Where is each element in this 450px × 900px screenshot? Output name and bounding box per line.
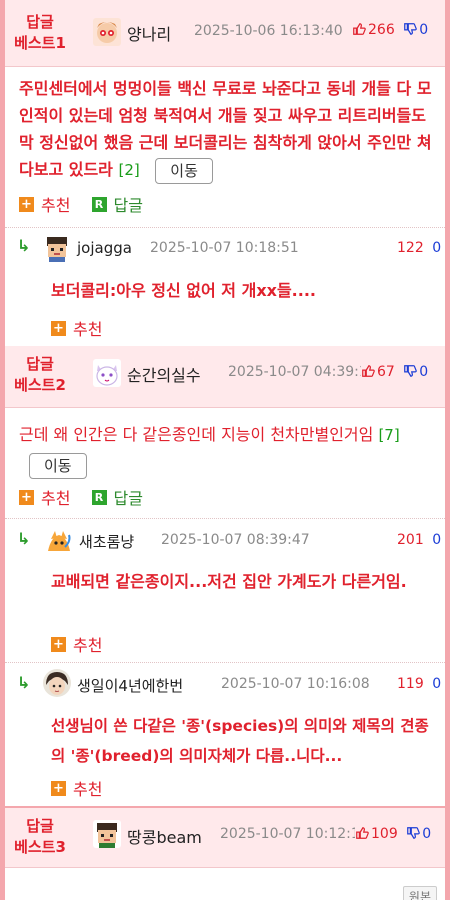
- comment-actions: + 추천 R 답글: [19, 192, 159, 216]
- downvote-count: 0: [419, 364, 429, 380]
- plus-icon: +: [51, 780, 66, 796]
- best-comment-body-3: 원본: [5, 868, 445, 900]
- thumbs-down-icon: [404, 23, 417, 35]
- move-button[interactable]: 이동: [155, 157, 213, 184]
- plus-icon: +: [19, 489, 34, 505]
- comment-nickname[interactable]: 땅콩beam: [127, 824, 202, 848]
- comment-date: 2025-10-07 10:12:11: [220, 826, 369, 842]
- upvote-button[interactable]: 109: [355, 826, 402, 842]
- comment-nickname[interactable]: 순간의실수: [127, 362, 201, 386]
- reply-downvote-count[interactable]: 0: [432, 240, 441, 256]
- reply-upvote-count[interactable]: 201: [397, 532, 424, 548]
- thumbs-up-icon: [353, 23, 366, 35]
- reply-item: ↳ 생일이4년에한번 2025-10-07 10:16:08 119 0 선생님…: [5, 662, 445, 806]
- recommend-button[interactable]: + 추천: [51, 776, 102, 800]
- thumbs-down-icon: [404, 365, 418, 377]
- reply-nickname[interactable]: 생일이4년에한번: [77, 675, 183, 696]
- thumbs-up-icon: [362, 365, 375, 377]
- reply-count: [2]: [118, 161, 140, 179]
- comment-date: 2025-10-06 16:13:40: [194, 23, 343, 39]
- avatar[interactable]: [45, 527, 73, 555]
- recommend-button[interactable]: + 추천: [19, 192, 70, 216]
- recommend-button[interactable]: + 추천: [19, 485, 70, 509]
- upvote-count: 266: [368, 22, 395, 38]
- reply-count: [7]: [378, 426, 400, 444]
- reply-text: 선생님이 쓴 다같은 '종'(species)의 의미와 제목의 견종의 '종'…: [51, 717, 429, 765]
- reply-arrow-icon: ↳: [17, 673, 31, 692]
- best-comment-body-1: 주민센터에서 멍멍이들 백신 무료로 놔준다고 동네 개들 다 모인적이 있는데…: [5, 67, 445, 227]
- reply-button[interactable]: R 답글: [91, 485, 143, 509]
- comment-text: 주민센터에서 멍멍이들 백신 무료로 놔준다고 동네 개들 다 모인적이 있는데…: [19, 75, 439, 184]
- avatar[interactable]: [43, 234, 71, 262]
- best-comment-header-3: 답글 베스트3 땅콩beam 2025-10-07 10:12:11 109 0: [5, 806, 445, 868]
- reply-arrow-icon: ↳: [17, 529, 31, 548]
- reply-arrow-icon: ↳: [17, 236, 31, 255]
- reply-item: ↳ 새초롬냥 2025-10-07 08:39:47 201 0 교배되면 같은…: [5, 518, 445, 662]
- recommend-button[interactable]: + 추천: [51, 632, 102, 656]
- best-rank-badge: 답글 베스트1: [14, 13, 66, 52]
- reply-icon: R: [91, 489, 107, 505]
- vote-box: 67 0: [361, 364, 429, 380]
- plus-icon: +: [19, 196, 34, 212]
- upvote-button[interactable]: 266: [352, 22, 399, 38]
- upvote-button[interactable]: 67: [361, 364, 399, 380]
- best-comment-header-1: 답글 베스트1 양나리 2025-10-06 16:13:40 266 0: [5, 0, 445, 67]
- upvote-count: 109: [371, 826, 398, 842]
- reply-item: ↳ jojagga 2025-10-07 10:18:51 122 0 보더콜리…: [5, 227, 445, 346]
- plus-icon: +: [51, 636, 66, 652]
- avatar[interactable]: [93, 359, 121, 387]
- reply-actions: + 추천: [51, 632, 118, 656]
- reply-date: 2025-10-07 08:39:47: [161, 532, 310, 548]
- best-comment-header-2: 답글 베스트2 순간의실수 2025-10-07 04:39:13 67 0: [5, 346, 445, 408]
- reply-upvote-count[interactable]: 119: [397, 676, 424, 692]
- thumbs-up-icon: [356, 827, 369, 839]
- thumbs-down-icon: [407, 827, 420, 839]
- reply-icon: R: [91, 196, 107, 212]
- reply-text: 교배되면 같은종이지...저건 집안 가계도가 다른거임.: [51, 572, 407, 591]
- reply-upvote-count[interactable]: 122: [397, 240, 424, 256]
- avatar[interactable]: [93, 18, 121, 46]
- best-rank-badge: 답글 베스트2: [14, 355, 66, 394]
- best-comment-body-2: 근데 왜 인간은 다 같은종인데 지능이 천차만별인거임 [7] 이동 + 추천 …: [5, 408, 445, 518]
- avatar[interactable]: [43, 669, 71, 697]
- reply-vote-box: 119 0: [397, 676, 441, 692]
- reply-nickname[interactable]: jojagga: [77, 239, 132, 257]
- reply-actions: + 추천: [51, 776, 118, 800]
- plus-icon: +: [51, 320, 66, 336]
- comment-nickname[interactable]: 양나리: [127, 21, 171, 45]
- comment-date: 2025-10-07 04:39:13: [228, 364, 377, 380]
- comment-frame: 답글 베스트1 양나리 2025-10-06 16:13:40 266 0 주민센…: [5, 0, 445, 900]
- downvote-button[interactable]: 0: [403, 22, 428, 38]
- best-rank-badge: 답글 베스트3: [14, 817, 66, 856]
- upvote-count: 67: [377, 364, 395, 380]
- reply-date: 2025-10-07 10:16:08: [221, 676, 370, 692]
- reply-actions: + 추천: [51, 316, 118, 340]
- original-image-button[interactable]: 원본: [402, 886, 437, 900]
- downvote-button[interactable]: 0: [406, 826, 431, 842]
- recommend-button[interactable]: + 추천: [51, 316, 102, 340]
- vote-box: 109 0: [355, 826, 432, 842]
- reply-downvote-count[interactable]: 0: [432, 676, 441, 692]
- reply-downvote-count[interactable]: 0: [432, 532, 441, 548]
- reply-nickname[interactable]: 새초롬냥: [79, 531, 134, 552]
- reply-vote-box: 201 0: [397, 532, 441, 548]
- comment-text: 근데 왜 인간은 다 같은종인데 지능이 천차만별인거임 [7] 이동: [19, 420, 439, 479]
- reply-vote-box: 122 0: [397, 240, 441, 256]
- downvote-count: 0: [422, 826, 432, 842]
- reply-text: 보더콜리:아우 정신 없어 저 개xx들....: [51, 281, 316, 300]
- downvote-count: 0: [419, 22, 429, 38]
- move-button[interactable]: 이동: [29, 452, 87, 479]
- avatar[interactable]: [93, 820, 121, 848]
- comment-actions: + 추천 R 답글: [19, 485, 159, 509]
- reply-button[interactable]: R 답글: [91, 192, 143, 216]
- downvote-button[interactable]: 0: [403, 364, 428, 380]
- vote-box: 266 0: [352, 22, 428, 38]
- reply-date: 2025-10-07 10:18:51: [150, 240, 299, 256]
